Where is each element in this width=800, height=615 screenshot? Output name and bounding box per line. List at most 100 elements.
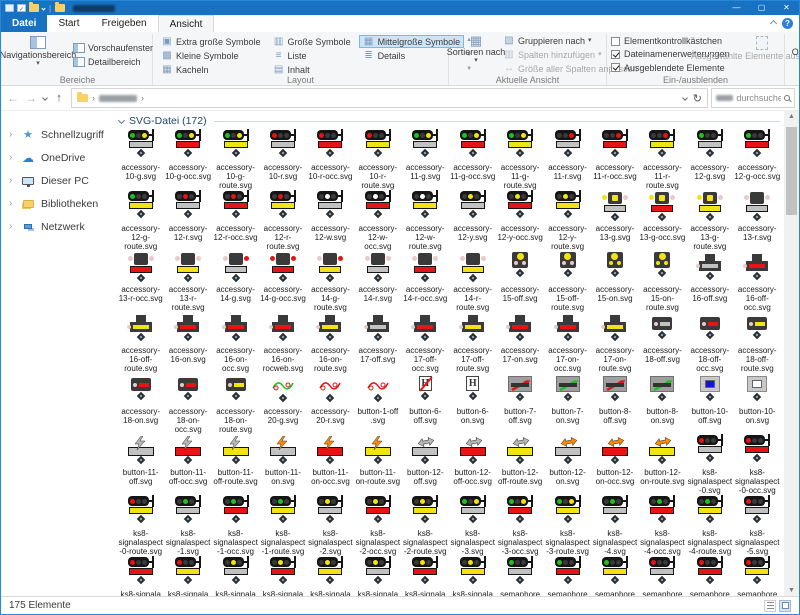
file-item[interactable]: semaphore [544,556,591,596]
address-dropdown-icon[interactable] [682,95,688,101]
file-item[interactable]: accessory-13-r-occ.svg [117,251,164,312]
file-item[interactable]: accessory-17-on-route.svg [591,312,638,373]
breadcrumb-redacted[interactable] [99,95,137,102]
help-icon[interactable]: ? [782,18,793,29]
ausgewaehlte-elemente-ausblenden-button[interactable]: Ausgewählte Elemente ausblenden [730,35,794,74]
sidebar-item-onedrive[interactable]: ›☁OneDrive [1,146,111,169]
file-item[interactable]: accessory-16-on-occ.svg [212,312,259,373]
file-item[interactable]: button-7-off.svg [496,373,543,434]
file-item[interactable]: button-12-on-occ.svg [591,434,638,495]
file-item[interactable]: button-12-off-occ.svg [449,434,496,495]
file-item[interactable]: accessory-12-g.svg [686,129,733,190]
detailbereich-button[interactable]: Detailbereich [69,55,157,68]
sidebar-item-netzwerk[interactable]: ›Netzwerk [1,215,111,238]
expand-chevron-icon[interactable]: › [9,152,15,163]
sortieren-nach-button[interactable]: ▦ Sortieren nach ▾ [453,35,499,74]
file-item[interactable]: accessory-12-r-route.svg [259,190,306,251]
file-item[interactable]: ks8-signala [117,556,164,596]
kleine-symbole-button[interactable]: ▩Kleine Symbole [157,49,265,62]
file-item[interactable]: button-8-off.svg [591,373,638,434]
file-item[interactable]: accessory-10-g-route.svg [212,129,259,190]
scroll-down-icon[interactable]: ▼ [788,587,795,594]
sidebar-item-dieser-pc[interactable]: ›Dieser PC [1,169,111,192]
liste-button[interactable]: ≡Liste [269,49,355,62]
file-item[interactable]: accessory-13-g-occ.svg [639,190,686,251]
file-item[interactable]: semaphore [591,556,638,596]
file-item[interactable]: button-7-on.svg [544,373,591,434]
file-item[interactable]: accessory-12-y.svg [449,190,496,251]
file-item[interactable]: accessory-17-on.svg [496,312,543,373]
close-button[interactable]: ✕ [774,1,799,15]
file-item[interactable]: accessory-13-r-route.svg [164,251,211,312]
file-item[interactable]: accessory-10-r-occ.svg [307,129,354,190]
file-item[interactable]: button-12-on-route.svg [639,434,686,495]
scroll-up-icon[interactable]: ▲ [788,113,795,120]
file-item[interactable]: accessory-12-r-occ.svg [212,190,259,251]
file-item[interactable]: accessory-11-g-occ.svg [449,129,496,190]
file-item[interactable]: ks8-signalaspect-4.svg [591,495,638,556]
file-item[interactable]: button-12-on.svg [544,434,591,495]
file-item[interactable]: ks8-signala [164,556,211,596]
checkbox-1[interactable]: Elementkontrollkästchen [611,35,730,47]
file-item[interactable]: button-12-off-route.svg [496,434,543,495]
file-item[interactable]: accessory-14-r.svg [354,251,401,312]
file-item[interactable]: ks8-signalaspect-5.svg [734,495,781,556]
file-item[interactable]: button-10-on.svg [734,373,781,434]
file-item[interactable]: accessory-12-w.svg [307,190,354,251]
file-item[interactable]: ks8-signala [402,556,449,596]
file-item[interactable]: accessory-16-on.svg [164,312,211,373]
file-item[interactable]: button-11-on.svg [259,434,306,495]
file-item[interactable]: button-11-off-occ.svg [164,434,211,495]
expand-chevron-icon[interactable]: › [9,198,15,209]
file-item[interactable]: accessory-12-w-occ.svg [354,190,401,251]
file-item[interactable]: accessory-18-off-route.svg [734,312,781,373]
file-item[interactable]: accessory-14-r-occ.svg [402,251,449,312]
file-item[interactable]: accessory-18-on-occ.svg [164,373,211,434]
file-item[interactable]: semaphore [639,556,686,596]
file-item[interactable]: ks8-signalaspect-3-route.svg [544,495,591,556]
file-item[interactable]: ks8-signalaspect-3-occ.svg [496,495,543,556]
file-item[interactable]: semaphore [496,556,543,596]
navigationsbereich-button[interactable]: Navigationsbereich ▾ [7,35,69,74]
file-item[interactable]: accessory-15-on-route.svg [639,251,686,312]
expand-chevron-icon[interactable]: › [9,175,15,186]
extra-grosse-symbole-button[interactable]: ▣Extra große Symbole [157,35,265,48]
file-item[interactable]: accessory-12-y-occ.svg [496,190,543,251]
file-item[interactable]: ks8-signalaspect-4-occ.svg [639,495,686,556]
forward-button[interactable]: → [22,91,40,105]
recent-locations-icon[interactable] [40,96,50,100]
file-item[interactable]: accessory-10-r.svg [259,129,306,190]
file-item[interactable]: accessory-16-off.svg [686,251,733,312]
group-title[interactable]: SVG-Datei (172) [129,115,207,127]
file-item[interactable]: ks8-signala [449,556,496,596]
vorschaufenster-button[interactable]: Vorschaufenster [69,41,157,54]
maximize-button[interactable]: ▢ [749,1,774,15]
file-item[interactable]: accessory-12-w-route.svg [402,190,449,251]
file-item[interactable]: accessory-12-y-route.svg [544,190,591,251]
file-item[interactable]: button-8-on.svg [639,373,686,434]
file-item[interactable]: button-1-off .svg [354,373,401,434]
file-item[interactable]: accessory-15-off.svg [496,251,543,312]
tab-ansicht[interactable]: Ansicht [158,15,215,32]
file-item[interactable]: Hbutton-6-on.svg [449,373,496,434]
sidebar-item-schnellzugriff[interactable]: ›★Schnellzugriff [1,123,111,146]
file-item[interactable]: button-12-off.svg [402,434,449,495]
file-item[interactable]: accessory-13-g.svg [591,190,638,251]
file-item[interactable]: accessory-13-g-route.svg [686,190,733,251]
file-item[interactable]: accessory-11-r-occ.svg [591,129,638,190]
file-item[interactable]: button-10-off.svg [686,373,733,434]
file-item[interactable]: accessory-18-off.svg [639,312,686,373]
address-bar[interactable]: › › ↻ [71,88,708,108]
file-item[interactable]: accessory-12-g-route.svg [117,190,164,251]
file-item[interactable]: ks8-signalaspect-1-route.svg [259,495,306,556]
grosse-symbole-button[interactable]: ▥Große Symbole [269,35,355,48]
properties-icon[interactable] [17,4,26,12]
group-collapse-icon[interactable] [118,116,125,123]
scrollbar-thumb[interactable] [786,127,797,215]
file-item[interactable]: ks8-signalaspect-0-occ.svg [734,434,781,495]
file-item[interactable]: semaphore [734,556,781,596]
file-item[interactable]: accessory-16-off-occ.svg [734,251,781,312]
file-item[interactable]: button-11-on-occ.svg [307,434,354,495]
search-box[interactable]: durchsuchen [711,88,795,108]
sidebar-item-bibliotheken[interactable]: ›Bibliotheken [1,192,111,215]
